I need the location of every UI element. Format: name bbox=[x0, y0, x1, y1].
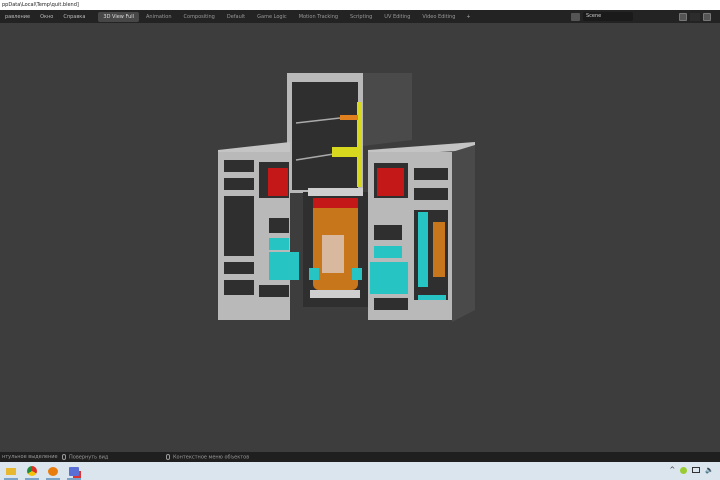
chrome-icon[interactable] bbox=[23, 464, 41, 480]
pressurizer bbox=[433, 222, 445, 277]
tab-uv-editing[interactable]: UV Editing bbox=[379, 12, 415, 22]
scene-selector[interactable]: Scene bbox=[583, 12, 633, 21]
tray-app-icon[interactable] bbox=[680, 466, 688, 474]
window-title: ppData\Local\Temp\quit.blend] bbox=[0, 0, 720, 10]
yellow-pipe bbox=[357, 102, 362, 187]
new-scene-icon[interactable] bbox=[679, 12, 687, 21]
tab-3d-view-full[interactable]: 3D View Full bbox=[98, 11, 140, 22]
volume-icon[interactable]: 🔈 bbox=[705, 466, 714, 474]
tab-default[interactable]: Default bbox=[222, 12, 250, 22]
menu-item[interactable]: равление bbox=[0, 14, 35, 20]
top-bar: равление Окно Справка 3D View Full Anima… bbox=[0, 10, 720, 23]
taskbar: ^ 🔈 bbox=[0, 462, 720, 480]
file-explorer-icon[interactable] bbox=[2, 464, 20, 480]
tab-scripting[interactable]: Scripting bbox=[345, 12, 377, 22]
mouse-middle-icon bbox=[62, 453, 66, 460]
tab-motion-tracking[interactable]: Motion Tracking bbox=[294, 12, 343, 22]
add-workspace-button[interactable]: + bbox=[462, 14, 474, 20]
tab-animation[interactable]: Animation bbox=[141, 12, 177, 22]
scene-model bbox=[218, 73, 475, 322]
mouse-right-icon bbox=[166, 453, 170, 460]
heat-exchanger-right bbox=[377, 168, 404, 196]
snipping-tool-icon[interactable] bbox=[65, 464, 83, 480]
tab-compositing[interactable]: Compositing bbox=[179, 12, 220, 22]
status-bar: нтульное выделение Повернуть вид Контекс… bbox=[0, 452, 720, 462]
pump-left bbox=[269, 252, 299, 280]
status-select: нтульное выделение bbox=[2, 454, 58, 460]
heat-exchanger-left bbox=[268, 168, 288, 196]
pump-right bbox=[370, 262, 408, 294]
tray-expand-button[interactable]: ^ bbox=[669, 466, 675, 474]
3d-viewport[interactable] bbox=[0, 23, 720, 452]
blender-icon[interactable] bbox=[44, 464, 62, 480]
tab-game-logic[interactable]: Game Logic bbox=[252, 12, 292, 22]
status-rotate: Повернуть вид bbox=[69, 454, 109, 461]
view-layer-icon[interactable] bbox=[703, 12, 711, 21]
scene-icon[interactable] bbox=[571, 12, 580, 21]
menu-item-help[interactable]: Справка bbox=[58, 14, 90, 20]
view-layer-field[interactable] bbox=[690, 12, 700, 21]
tab-video-editing[interactable]: Video Editing bbox=[417, 12, 460, 22]
tower-side bbox=[363, 73, 412, 146]
status-context-menu: Контекстное меню объектов bbox=[173, 454, 250, 461]
menu-item-window[interactable]: Окно bbox=[35, 14, 58, 20]
network-icon[interactable] bbox=[692, 467, 701, 473]
